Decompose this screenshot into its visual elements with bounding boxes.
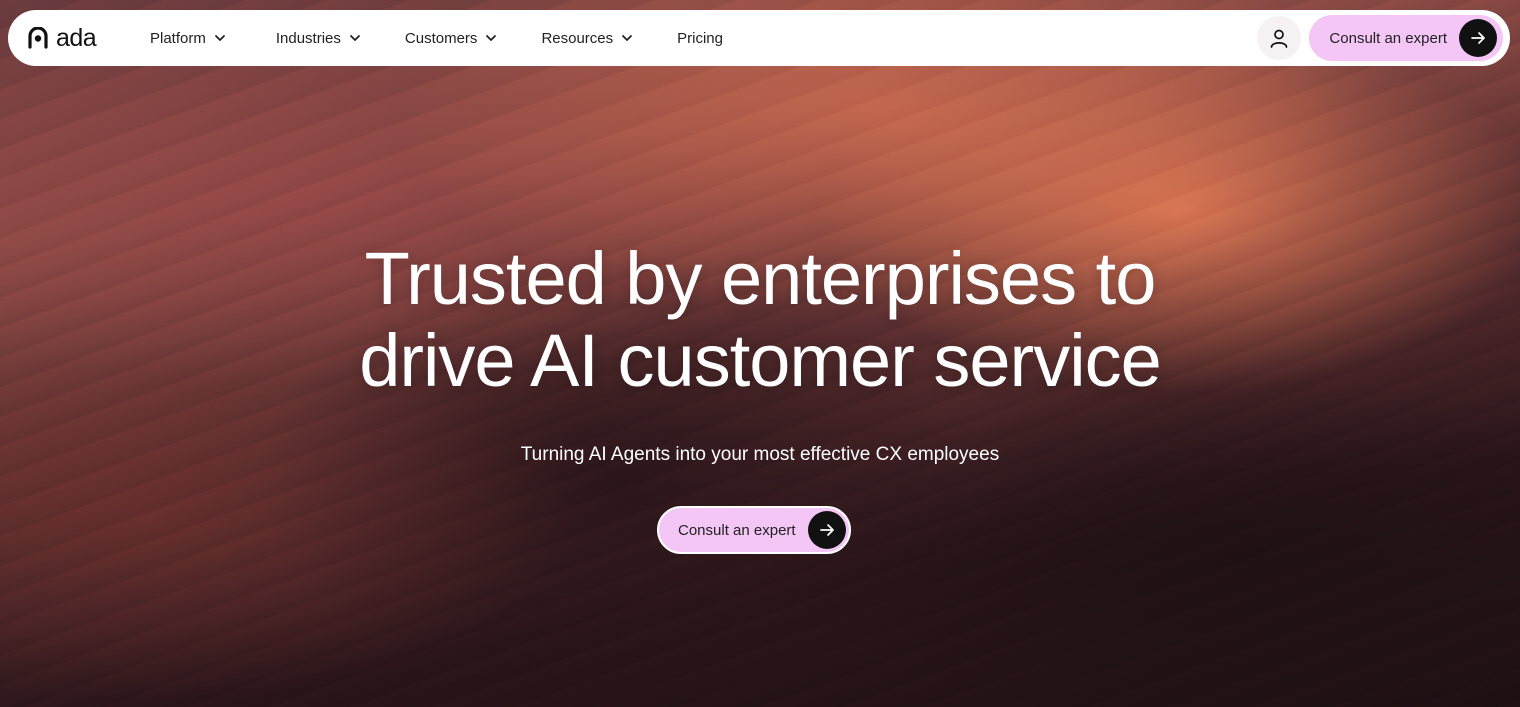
cta-label: Consult an expert bbox=[678, 521, 796, 539]
chevron-down-icon bbox=[486, 35, 497, 41]
nav-item-resources[interactable]: Resources bbox=[541, 30, 633, 47]
nav-item-label: Resources bbox=[541, 29, 614, 47]
brand-logo[interactable]: ada bbox=[27, 24, 127, 53]
hero-subtitle: Turning AI Agents into your most effecti… bbox=[520, 444, 1000, 465]
brand-name: ada bbox=[56, 23, 97, 52]
cta-label: Consult an expert bbox=[1329, 29, 1447, 47]
chevron-down-icon bbox=[350, 35, 360, 41]
user-icon bbox=[1271, 29, 1288, 48]
nav-actions: Consult an expert bbox=[1257, 15, 1503, 61]
nav-item-label: Pricing bbox=[677, 29, 723, 47]
hero-title-line-2: drive AI customer service bbox=[359, 319, 1162, 402]
chevron-down-icon bbox=[214, 35, 225, 41]
chevron-down-icon bbox=[622, 35, 633, 41]
ada-logo-icon bbox=[28, 27, 48, 49]
hero-title: Trusted by enterprises to drive AI custo… bbox=[0, 238, 1520, 402]
nav-item-industries[interactable]: Industries bbox=[276, 30, 361, 47]
arrow-right-icon bbox=[1459, 19, 1497, 57]
nav-item-label: Industries bbox=[275, 29, 341, 47]
nav-item-customers[interactable]: Customers bbox=[405, 30, 498, 47]
nav-consult-button[interactable]: Consult an expert bbox=[1309, 15, 1503, 61]
nav-item-pricing[interactable]: Pricing bbox=[677, 30, 723, 47]
account-button[interactable] bbox=[1257, 16, 1302, 60]
top-navbar: ada Platform Industries Customers Resour… bbox=[8, 10, 1510, 66]
main-nav: Platform Industries Customers Resources … bbox=[150, 30, 723, 47]
hero-title-line-1: Trusted by enterprises to bbox=[364, 237, 1157, 320]
hero-consult-button[interactable]: Consult an expert bbox=[657, 506, 851, 554]
nav-item-label: Platform bbox=[150, 29, 206, 47]
arrow-right-icon bbox=[807, 511, 846, 549]
nav-item-label: Customers bbox=[404, 29, 478, 47]
nav-item-platform[interactable]: Platform bbox=[150, 30, 226, 47]
